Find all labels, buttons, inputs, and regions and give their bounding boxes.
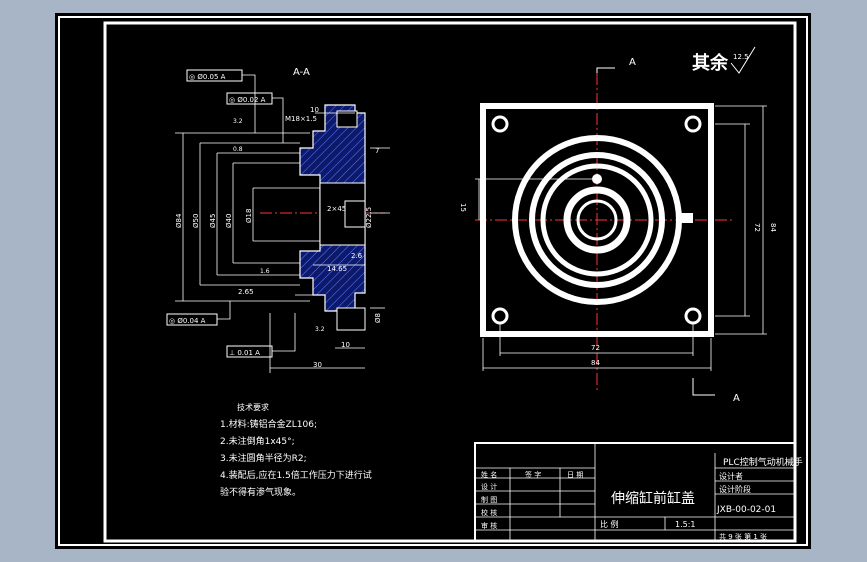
dim-offset: 15 [459, 203, 467, 212]
tb-scale-label: 比 例 [600, 519, 619, 529]
top-view: A A 72 84 72 84 15 [459, 57, 777, 404]
tb-row-2: 设 计 [481, 482, 497, 491]
dim-d1: 10 [310, 106, 319, 114]
surface-roughness-value: 12.5 [733, 53, 749, 61]
tb-row-5: 审 核 [481, 521, 497, 530]
dim-d9: 2.6 [351, 252, 363, 260]
tech-title: 技术要求 [237, 402, 269, 412]
dim-d4: Ø45 [209, 214, 217, 228]
tb-drawing-no: JXB-00-02-01 [716, 505, 776, 515]
section-arrow-top [596, 67, 615, 83]
section-arrow-bottom [692, 378, 715, 396]
cad-drawing: A-A ◎ Ø0.05 A ◎ Ø0.02 A ◎ Ø0.04 A ⊥ 0.01… [58, 16, 808, 546]
tb-row-1: 姓 名 [481, 470, 497, 479]
tb-sheet-info: 共 9 张 第 1 张 [719, 532, 767, 541]
tb-row-3: 制 图 [481, 495, 497, 504]
inner-bore [344, 200, 366, 228]
tb-scale: 1.5:1 [675, 520, 696, 529]
dim-d14: 10 [341, 341, 350, 349]
dim-d6: Ø18 [245, 209, 253, 223]
rough-2: 0.8 [233, 146, 243, 153]
tech-requirements: 技术要求 1.材料:铸铝合金ZL106; 2.未注倒角1x45°; 3.未注圆角… [220, 402, 372, 498]
tb-part-name: 伸缩缸前缸盖 [611, 490, 695, 507]
surface-note: 其余 12.5 [692, 46, 756, 74]
dim-d5: Ø40 [225, 214, 233, 228]
dim-w-inner: 72 [591, 344, 600, 352]
tol-frame-1: ◎ Ø0.05 A [189, 73, 226, 81]
tech-item-2: 2.未注倒角1x45°; [220, 435, 295, 447]
tech-item-5: 验不得有渗气现象。 [220, 486, 301, 498]
tol-frame-3: ◎ Ø0.04 A [169, 317, 206, 325]
tol-frame-2: ◎ Ø0.02 A [229, 96, 266, 104]
section-view: A-A ◎ Ø0.05 A ◎ Ø0.02 A ◎ Ø0.04 A ⊥ 0.01… [166, 67, 390, 373]
outer-border [58, 16, 808, 546]
tol-frame-4: ⊥ 0.01 A [229, 349, 260, 357]
tb-col-1: 签 字 [525, 470, 541, 479]
rough-3: 1.6 [260, 268, 270, 275]
tb-project: PLC控制气动机械手 [723, 456, 803, 468]
drawing-sheet: A-A ◎ Ø0.05 A ◎ Ø0.02 A ◎ Ø0.04 A ⊥ 0.01… [55, 13, 811, 549]
dim-d13: 30 [313, 361, 322, 369]
tb-field-1: 设计者 [719, 471, 743, 481]
port-hole [592, 174, 602, 184]
tech-item-4: 4.装配后,应在1.5倍工作压力下进行试 [220, 469, 372, 481]
lower-boss [336, 307, 366, 331]
dim-h-outer: 84 [769, 223, 777, 232]
tb-col-2: 日 期 [567, 471, 583, 479]
dim-d7: 2×45 [327, 205, 346, 213]
rough-1: 3.2 [233, 118, 243, 125]
title-block: PLC控制气动机械手 伸缩缸前缸盖 JXB-00-02-01 比 例 1.5:1… [474, 442, 803, 542]
dim-thread: M18×1.5 [285, 115, 317, 123]
tech-item-3: 3.未注圆角半径为R2; [220, 452, 307, 464]
section-mark-bottom: A [733, 393, 740, 404]
dim-h-inner: 72 [753, 223, 761, 232]
dim-d15: 7 [375, 147, 379, 155]
dim-d8: Ø22.5 [365, 207, 373, 228]
dim-d11: 2.65 [238, 288, 254, 296]
inner-border [103, 21, 797, 543]
surface-note-text: 其余 [692, 52, 729, 74]
tech-item-1: 1.材料:铸铝合金ZL106; [220, 418, 317, 430]
dim-w-outer: 84 [591, 359, 600, 367]
section-title: A-A [293, 67, 310, 78]
dim-d3: Ø50 [192, 214, 200, 228]
side-port [681, 213, 693, 223]
dim-d12: Ø8 [374, 313, 382, 323]
tb-field-2: 设计阶段 [719, 484, 751, 494]
dim-d2: Ø84 [175, 213, 183, 228]
dim-d10: 14.65 [327, 265, 347, 273]
section-mark-top: A [629, 57, 636, 68]
tb-row-4: 校 核 [481, 508, 497, 517]
rough-4: 3.2 [315, 326, 325, 333]
